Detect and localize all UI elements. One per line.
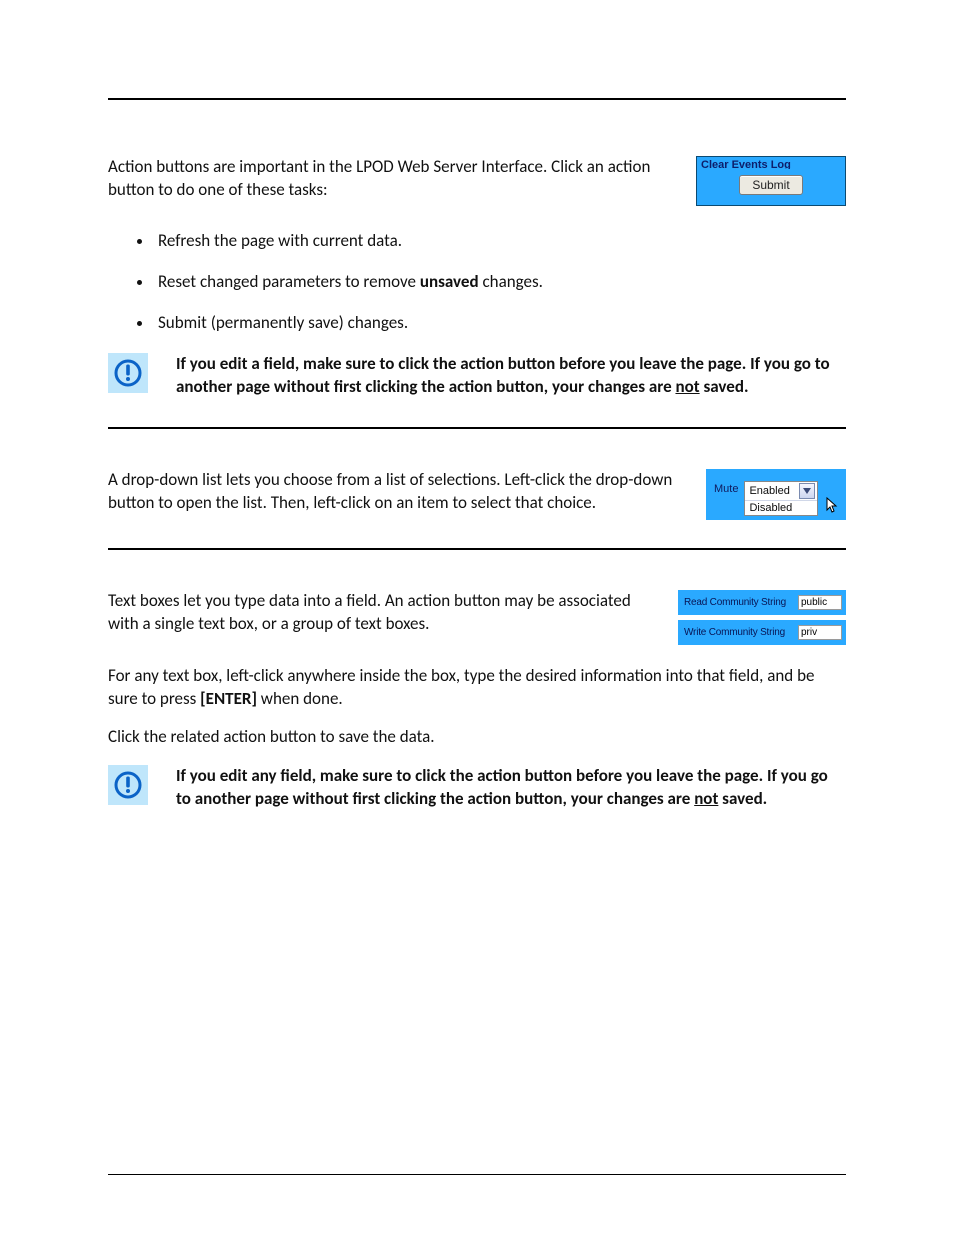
dropdown-row: Mute Enabled Disabled — [714, 481, 840, 516]
p2-post: when done. — [257, 688, 343, 709]
write-community-row: Write Community String — [678, 620, 846, 645]
p2-bold: [ENTER] — [200, 688, 257, 709]
dropdown-widget: Mute Enabled Disabled — [706, 469, 846, 520]
textbox-paragraph-1: Text boxes let you type data into a fiel… — [108, 590, 654, 636]
document-page: Action buttons are important in the LPOD… — [0, 0, 954, 1235]
write-community-input[interactable] — [798, 625, 842, 640]
dropdown-option-disabled[interactable]: Disabled — [745, 500, 817, 515]
note1-not: not — [675, 376, 699, 397]
bullet-submit: Submit (permanently save) changes. — [154, 312, 846, 335]
note-row-2: If you edit any field, make sure to clic… — [108, 765, 846, 811]
submit-widget-title: Clear Events Log — [701, 159, 841, 169]
bullet-reset-bold: unsaved — [420, 271, 479, 292]
warning-icon — [108, 353, 148, 393]
note2-not: not — [694, 788, 718, 809]
bullet-reset: Reset changed parameters to remove unsav… — [154, 271, 846, 294]
dropdown-paragraph: A drop-down list lets you choose from a … — [108, 469, 682, 515]
read-community-row: Read Community String — [678, 590, 846, 615]
intro-text-block: Action buttons are important in the LPOD… — [108, 156, 672, 218]
textboxes-widget: Read Community String Write Community St… — [678, 590, 846, 645]
section-divider-1 — [108, 427, 846, 429]
chevron-down-icon[interactable] — [799, 483, 815, 499]
intro-paragraph: Action buttons are important in the LPOD… — [108, 156, 672, 202]
textbox-paragraph-3: Click the related action button to save … — [108, 726, 846, 749]
bullet-refresh: Refresh the page with current data. — [154, 230, 846, 253]
bullet-reset-pre: Reset changed parameters to remove — [158, 271, 420, 292]
write-community-label: Write Community String — [684, 627, 785, 638]
mute-select[interactable]: Enabled Disabled — [744, 481, 818, 516]
submit-widget: Clear Events Log Submit — [696, 156, 846, 206]
action-buttons-section: Action buttons are important in the LPOD… — [108, 156, 846, 218]
bottom-divider — [108, 1174, 846, 1175]
bullet-list: Refresh the page with current data. Rese… — [108, 230, 846, 335]
read-community-input[interactable] — [798, 595, 842, 610]
submit-button[interactable]: Submit — [739, 175, 802, 195]
top-divider — [108, 98, 846, 100]
note-text-2: If you edit any field, make sure to clic… — [176, 765, 846, 811]
dropdown-section: A drop-down list lets you choose from a … — [108, 469, 846, 520]
section-divider-2 — [108, 548, 846, 550]
textbox-section: Text boxes let you type data into a fiel… — [108, 590, 846, 645]
warning-icon — [108, 765, 148, 805]
note2-part2: saved. — [718, 788, 767, 809]
dropdown-selected-row[interactable]: Enabled — [745, 482, 817, 500]
dropdown-selected-label: Enabled — [749, 485, 789, 497]
dropdown-label: Mute — [714, 481, 738, 495]
read-community-label: Read Community String — [684, 597, 786, 608]
textbox-paragraph-2: For any text box, left-click anywhere in… — [108, 665, 846, 711]
cursor-icon — [826, 497, 840, 520]
note1-part2: saved. — [700, 376, 749, 397]
note-row-1: If you edit a field, make sure to click … — [108, 353, 846, 399]
bullet-reset-post: changes. — [479, 271, 543, 292]
note-text-1: If you edit a field, make sure to click … — [176, 353, 846, 399]
